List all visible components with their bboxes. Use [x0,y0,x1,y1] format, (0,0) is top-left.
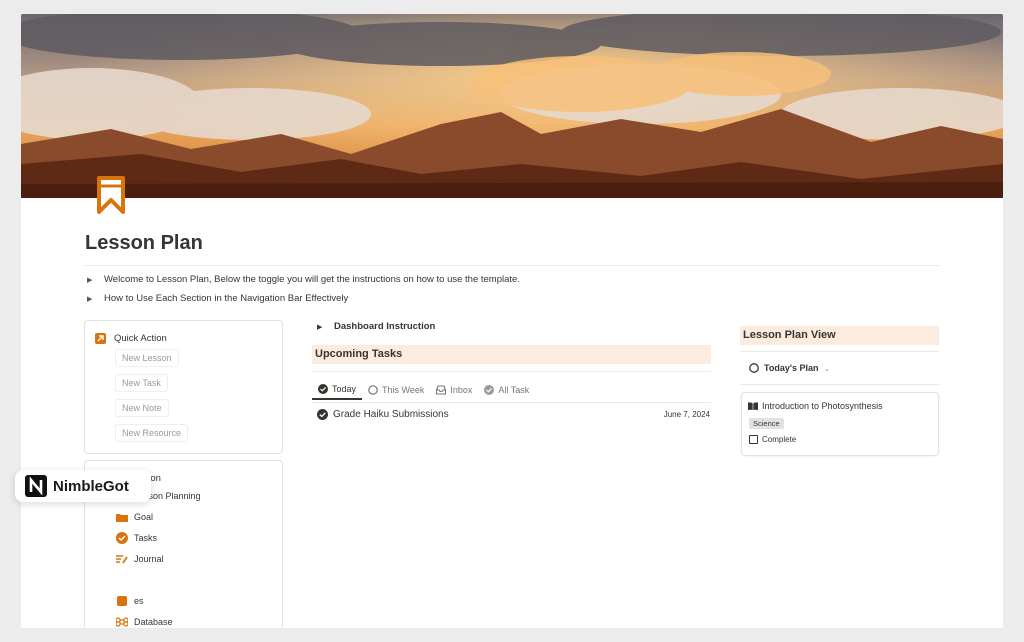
book-open-icon [748,402,758,411]
nimblegot-watermark: NimbleGot [15,470,151,502]
nav-item-tasks[interactable]: Tasks [116,532,157,544]
tab-label: All Task [498,385,530,395]
checkbox-label: Complete [762,435,797,444]
tab-this-week[interactable]: This Week [362,380,430,400]
new-lesson-button[interactable]: New Lesson [115,349,179,367]
card-title-row: Introduction to Photosynthesis [748,401,883,411]
nav-item-label: Database [134,617,173,627]
view-selector[interactable]: Today's Plan ⌄ [749,363,830,373]
task-view-tabs: Today This Week Inbox All Task [312,380,535,400]
arrow-up-right-icon [95,333,106,344]
nav-item-journal[interactable]: Journal [116,553,164,565]
inbox-icon [436,385,447,395]
tab-label: Inbox [450,385,473,395]
nav-item-database[interactable]: Database [116,616,173,628]
check-circle-icon[interactable] [317,409,328,420]
title-divider [85,265,940,266]
tab-label: Today [332,384,357,394]
mountain-sunset-illustration [21,14,1003,198]
nav-item-label: Journal [134,554,164,564]
toggle-welcome[interactable]: ▶ Welcome to Lesson Plan, Below the togg… [87,274,520,285]
new-task-button[interactable]: New Task [115,374,168,392]
nav-item-partial[interactable]: es [116,595,144,607]
toggle-label: Dashboard Instruction [334,321,436,332]
new-note-button[interactable]: New Note [115,399,169,417]
circle-icon [749,363,759,373]
lesson-card[interactable]: Introduction to Photosynthesis Science C… [741,392,939,456]
nav-item-goal[interactable]: Goal [116,511,153,523]
watermark-brand: NimbleGot [53,477,129,495]
subject-tag: Science [749,418,784,429]
complete-checkbox-row[interactable]: Complete [749,435,796,444]
nimblegot-logo-icon [25,475,47,497]
bookmark-icon[interactable] [95,176,127,216]
tab-inbox[interactable]: Inbox [430,380,478,400]
quick-action-panel: Quick Action New Lesson New Task New Not… [84,320,283,454]
upcoming-divider [312,371,711,372]
tab-label: This Week [382,385,425,395]
complete-checkbox[interactable] [749,435,758,444]
table-row[interactable]: Grade Haiku Submissions June 7, 2024 [317,409,710,420]
chevron-down-icon[interactable]: ⌄ [824,364,831,373]
cover-image[interactable] [21,14,1003,198]
toggle-triangle-icon[interactable]: ▶ [317,323,327,331]
tab-all-task[interactable]: All Task [478,380,535,400]
lesson-plan-view-heading: Lesson Plan View [740,326,939,345]
toggle-triangle-icon[interactable]: ▶ [87,276,97,284]
upcoming-tasks-heading: Upcoming Tasks [312,345,711,364]
task-name: Grade Haiku Submissions [333,409,449,420]
new-resource-button[interactable]: New Resource [115,424,189,442]
view-label: Today's Plan [764,363,819,373]
pen-lines-icon [116,555,128,564]
toggle-navigation-howto[interactable]: ▶ How to Use Each Section in the Navigat… [87,293,348,304]
command-icon [116,617,128,627]
toggle-dashboard-instruction[interactable]: ▶ Dashboard Instruction [317,321,435,332]
circle-icon [368,385,378,395]
check-circle-icon [318,384,328,394]
page-title: Lesson Plan [85,232,203,254]
nav-item-label: es [134,596,144,606]
lesson-view-divider [740,351,939,352]
nav-item-label: Goal [134,512,154,522]
card-title: Introduction to Photosynthesis [762,401,883,411]
toggle-label: Welcome to Lesson Plan, Below the toggle… [104,274,520,285]
toggle-triangle-icon[interactable]: ▶ [87,295,97,303]
check-circle-icon [484,385,495,395]
nav-item-label: Tasks [134,533,158,543]
view-divider [740,384,939,385]
quick-action-header: Quick Action [95,333,167,344]
tabs-divider [312,402,711,403]
item-icon [117,596,127,606]
tab-today[interactable]: Today [312,380,363,400]
toggle-label: How to Use Each Section in the Navigatio… [104,293,349,304]
task-date: June 7, 2024 [663,410,710,419]
notion-page: Lesson Plan ▶ Welcome to Lesson Plan, Be… [21,14,1003,628]
folder-icon [116,514,128,522]
quick-action-title: Quick Action [114,333,167,344]
check-circle-icon [116,532,128,544]
